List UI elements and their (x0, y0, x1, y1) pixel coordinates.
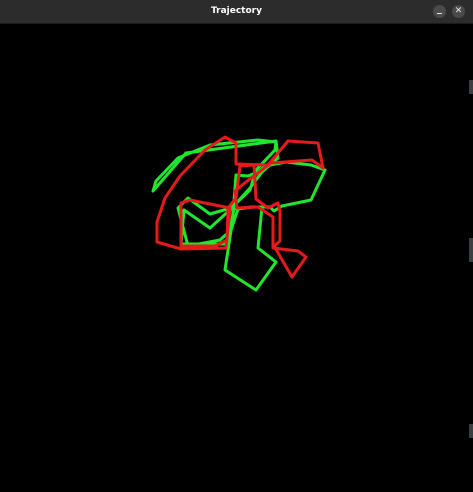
scrollbar-fragment-bottom (469, 424, 473, 438)
close-button[interactable]: ✕ (452, 5, 465, 18)
minimize-button[interactable] (433, 5, 446, 18)
scrollbar-fragment-mid (469, 238, 473, 262)
title-bar[interactable]: Trajectory ✕ (0, 0, 473, 24)
scrollbar-fragment-top (469, 80, 473, 94)
trajectory-plot (151, 135, 327, 292)
window-title: Trajectory (211, 6, 262, 16)
trajectory-canvas (0, 24, 473, 492)
trajectory-window: Trajectory ✕ (0, 0, 473, 492)
